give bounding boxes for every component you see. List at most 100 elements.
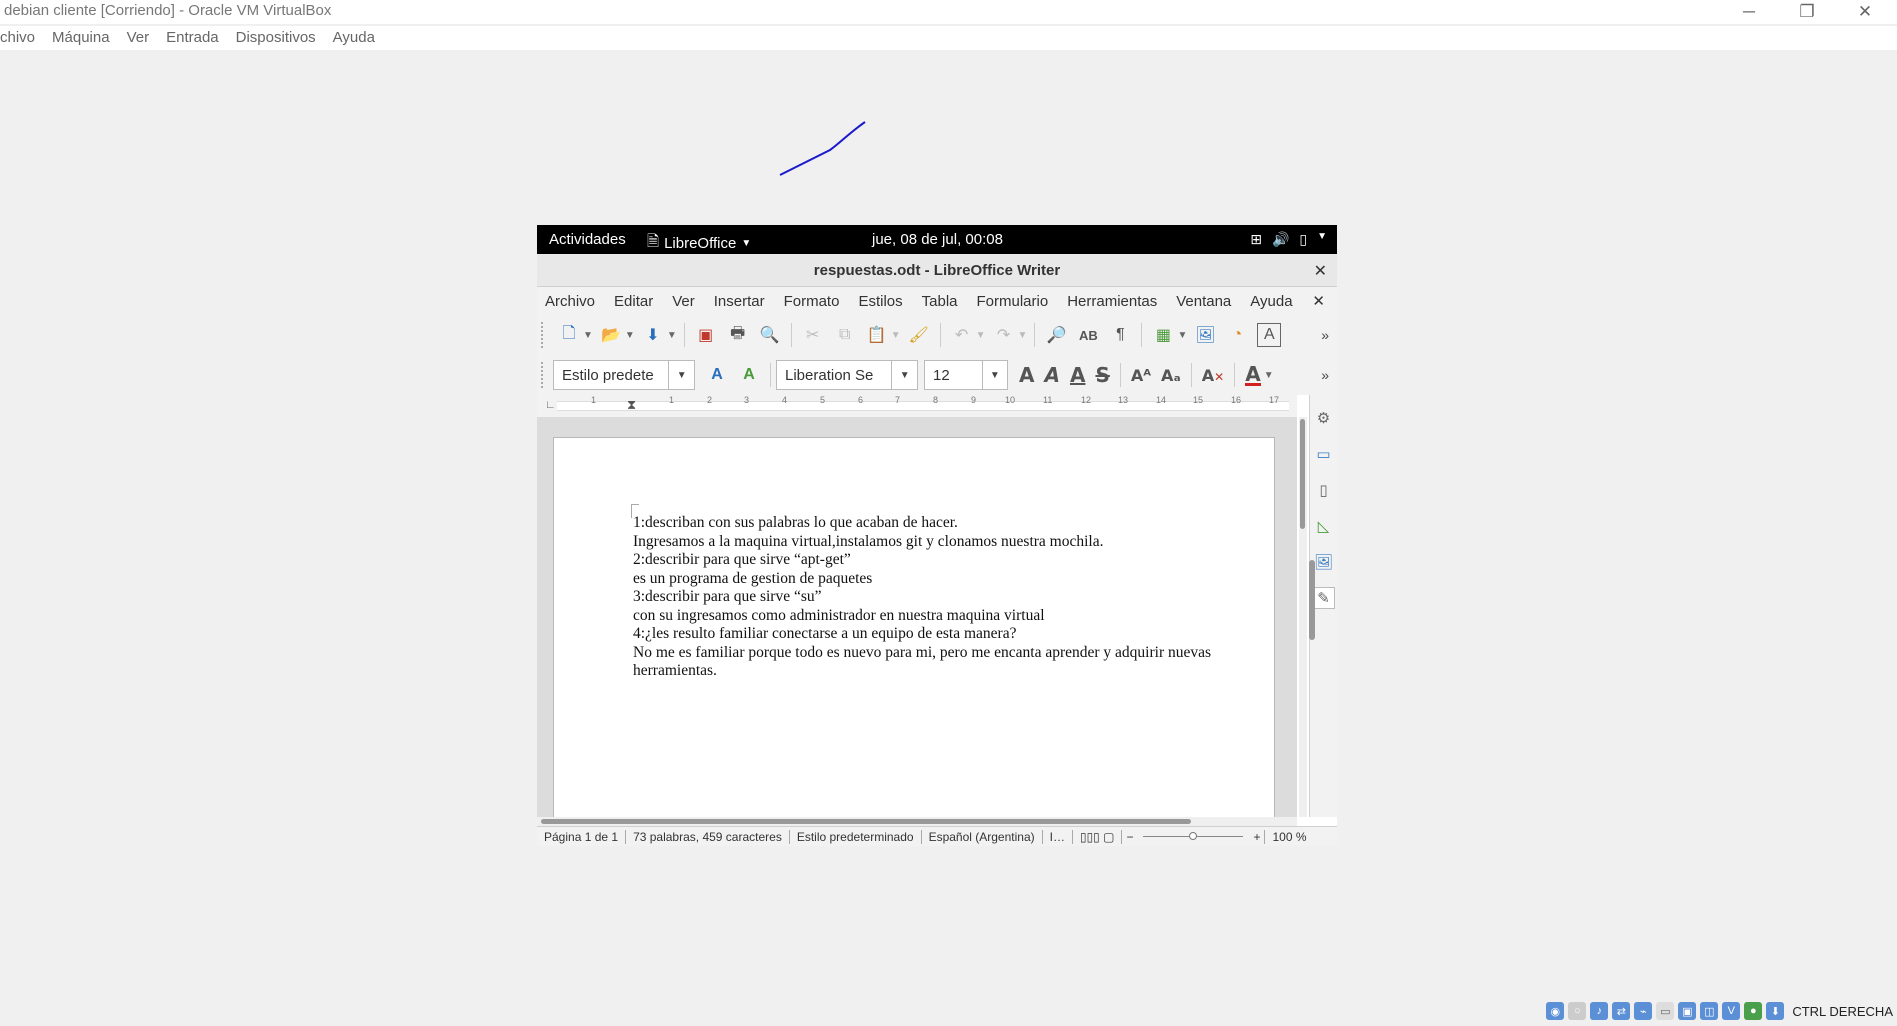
chevron-down-icon[interactable]: ▼ xyxy=(583,330,593,341)
system-tray[interactable]: ⊞ 🔊 ▯ ▼ xyxy=(1250,231,1327,248)
print-preview-icon[interactable]: 🔍 xyxy=(758,323,782,347)
document-line[interactable]: con su ingresamos como administrador en … xyxy=(633,607,1233,626)
insert-textbox-icon[interactable]: A xyxy=(1257,323,1282,347)
document-text[interactable]: 1:describan con sus palabras lo que acab… xyxy=(633,514,1233,681)
insert-chart-icon[interactable]: ◔ xyxy=(1225,323,1249,347)
bold-icon[interactable]: A xyxy=(1019,363,1034,387)
horizontal-ruler[interactable]: ∟ ⧗ 1 1 2 3 4 5 6 7 8 9 10 11 12 13 14 1… xyxy=(537,395,1297,417)
document-line[interactable]: es un programa de gestion de paquetes xyxy=(633,570,1233,589)
update-style-icon[interactable]: A xyxy=(705,363,729,387)
sidebar-navigator-icon[interactable]: ✎ xyxy=(1312,587,1335,609)
tab-stop-icon[interactable]: ∟ xyxy=(545,399,556,411)
chevron-down-icon[interactable]: ▼ xyxy=(1018,330,1028,341)
menu-ventana[interactable]: Ventana xyxy=(1168,287,1242,315)
menu-estilos[interactable]: Estilos xyxy=(850,287,913,315)
activities-button[interactable]: Actividades xyxy=(549,231,626,248)
zoom-out-icon[interactable]: − xyxy=(1122,830,1137,844)
menu-formato[interactable]: Formato xyxy=(776,287,851,315)
menu-herramientas[interactable]: Herramientas xyxy=(1059,287,1168,315)
export-pdf-icon[interactable]: ▣ xyxy=(694,323,718,347)
font-size-combo[interactable]: 12 ▼ xyxy=(924,360,1008,390)
zoom-slider[interactable] xyxy=(1143,832,1244,840)
toolbar-overflow-icon[interactable]: » xyxy=(1321,327,1329,343)
menu-tabla[interactable]: Tabla xyxy=(914,287,969,315)
view-layout-icon[interactable]: ▯▯▯ ▢ xyxy=(1073,829,1123,844)
sidebar-handle[interactable] xyxy=(1309,560,1315,640)
copy-icon[interactable]: ⧉ xyxy=(833,323,857,347)
toolbar-grip[interactable] xyxy=(541,322,547,348)
find-replace-icon[interactable]: 🔎 xyxy=(1044,323,1068,347)
network-icon[interactable]: ⇄ xyxy=(1612,1002,1631,1020)
chevron-down-icon[interactable]: ▼ xyxy=(667,330,677,341)
formatting-marks-icon[interactable]: ¶ xyxy=(1108,323,1132,347)
chevron-down-icon[interactable]: ▼ xyxy=(1264,370,1274,381)
virtualization-icon[interactable]: V xyxy=(1722,1002,1741,1020)
subscript-icon[interactable]: Aₐ xyxy=(1161,366,1181,385)
app-menu[interactable]: 🗎 LibreOffice ▼ xyxy=(647,231,751,256)
cut-icon[interactable]: ✂ xyxy=(801,323,825,347)
chevron-down-icon[interactable]: ▼ xyxy=(891,361,917,389)
document-line[interactable]: herramientas. xyxy=(633,662,1233,681)
clear-formatting-icon[interactable]: A✕ xyxy=(1202,366,1224,385)
page-count[interactable]: Página 1 de 1 xyxy=(537,829,627,844)
sidebar-page-icon[interactable]: ▯ xyxy=(1313,479,1335,501)
font-name-combo[interactable]: Liberation Se ▼ xyxy=(776,360,918,390)
menu-editar[interactable]: Editar xyxy=(606,287,664,315)
insert-image-icon[interactable]: 🖼 xyxy=(1193,323,1217,347)
vbox-menu-entrada[interactable]: Entrada xyxy=(158,26,228,50)
clone-formatting-icon[interactable]: 🖌 xyxy=(907,323,931,347)
superscript-icon[interactable]: Aᴬ xyxy=(1131,366,1151,385)
menu-ver[interactable]: Ver xyxy=(664,287,706,315)
writer-close-button[interactable]: ✕ xyxy=(1314,261,1327,281)
zoom-knob[interactable] xyxy=(1189,832,1198,840)
indent-marker-icon[interactable]: ⧗ xyxy=(627,397,636,413)
document-close-button[interactable]: ✕ xyxy=(1312,292,1325,310)
word-count[interactable]: 73 palabras, 459 caracteres xyxy=(626,829,790,844)
insert-table-icon[interactable]: ▦ xyxy=(1151,323,1175,347)
document-line[interactable]: Ingresamos a la maquina virtual,instalam… xyxy=(633,533,1233,552)
chevron-down-icon[interactable]: ▼ xyxy=(625,330,635,341)
undo-icon[interactable]: ↶ xyxy=(950,323,974,347)
vertical-scrollbar[interactable] xyxy=(1299,417,1307,817)
toolbar-overflow-icon[interactable]: » xyxy=(1321,367,1329,383)
chevron-down-icon[interactable]: ▼ xyxy=(976,330,986,341)
document-line[interactable]: 3:describir para que sirve “su” xyxy=(633,588,1233,607)
text-language[interactable]: Español (Argentina) xyxy=(922,829,1043,844)
menu-ayuda[interactable]: Ayuda xyxy=(1242,287,1303,315)
recording-icon[interactable]: ◫ xyxy=(1700,1002,1719,1020)
vbox-menu-dispositivos[interactable]: Dispositivos xyxy=(228,26,325,50)
new-document-icon[interactable]: 🗋 xyxy=(557,323,581,347)
font-color-icon[interactable]: A xyxy=(1245,364,1261,386)
scrollbar-thumb[interactable] xyxy=(541,819,1191,824)
spelling-icon[interactable]: AB xyxy=(1076,323,1100,347)
chevron-down-icon[interactable]: ▼ xyxy=(981,361,1007,389)
scrollbar-thumb[interactable] xyxy=(1300,419,1305,529)
horizontal-scrollbar[interactable] xyxy=(537,817,1297,826)
sidebar-styles-icon[interactable]: ◺ xyxy=(1313,515,1335,537)
shared-folders-icon[interactable]: ▭ xyxy=(1656,1002,1675,1020)
menu-insertar[interactable]: Insertar xyxy=(706,287,776,315)
toolbar-grip[interactable] xyxy=(541,362,547,388)
hard-disk-icon[interactable]: ◉ xyxy=(1546,1002,1565,1020)
vbox-menu-ver[interactable]: Ver xyxy=(119,26,159,50)
sidebar-properties-icon[interactable]: ▭ xyxy=(1313,443,1335,465)
new-style-icon[interactable]: A xyxy=(737,363,761,387)
audio-icon[interactable]: ♪ xyxy=(1590,1002,1609,1020)
insert-mode-icon[interactable]: I… xyxy=(1043,829,1073,844)
keyboard-capture-icon[interactable]: ⬇ xyxy=(1766,1002,1785,1020)
optical-drive-icon[interactable]: ○ xyxy=(1568,1002,1587,1020)
chevron-down-icon[interactable]: ▼ xyxy=(668,361,694,389)
minimize-button[interactable]: ─ xyxy=(1720,0,1778,24)
sidebar-settings-icon[interactable]: ⚙ xyxy=(1313,407,1335,429)
paragraph-style-combo[interactable]: Estilo predete ▼ xyxy=(553,360,695,390)
underline-icon[interactable]: A xyxy=(1070,363,1085,387)
print-icon[interactable]: 🖶 xyxy=(726,323,750,347)
chevron-down-icon[interactable]: ▼ xyxy=(891,330,901,341)
paste-icon[interactable]: 📋 xyxy=(865,323,889,347)
page-style[interactable]: Estilo predeterminado xyxy=(790,829,922,844)
sidebar-gallery-icon[interactable]: 🖼 xyxy=(1313,551,1335,573)
document-line[interactable]: 2:describir para que sirve “apt-get” xyxy=(633,551,1233,570)
chevron-down-icon[interactable]: ▼ xyxy=(1177,330,1187,341)
vbox-menu-maquina[interactable]: Máquina xyxy=(44,26,119,50)
open-folder-icon[interactable]: 📂 xyxy=(599,323,623,347)
